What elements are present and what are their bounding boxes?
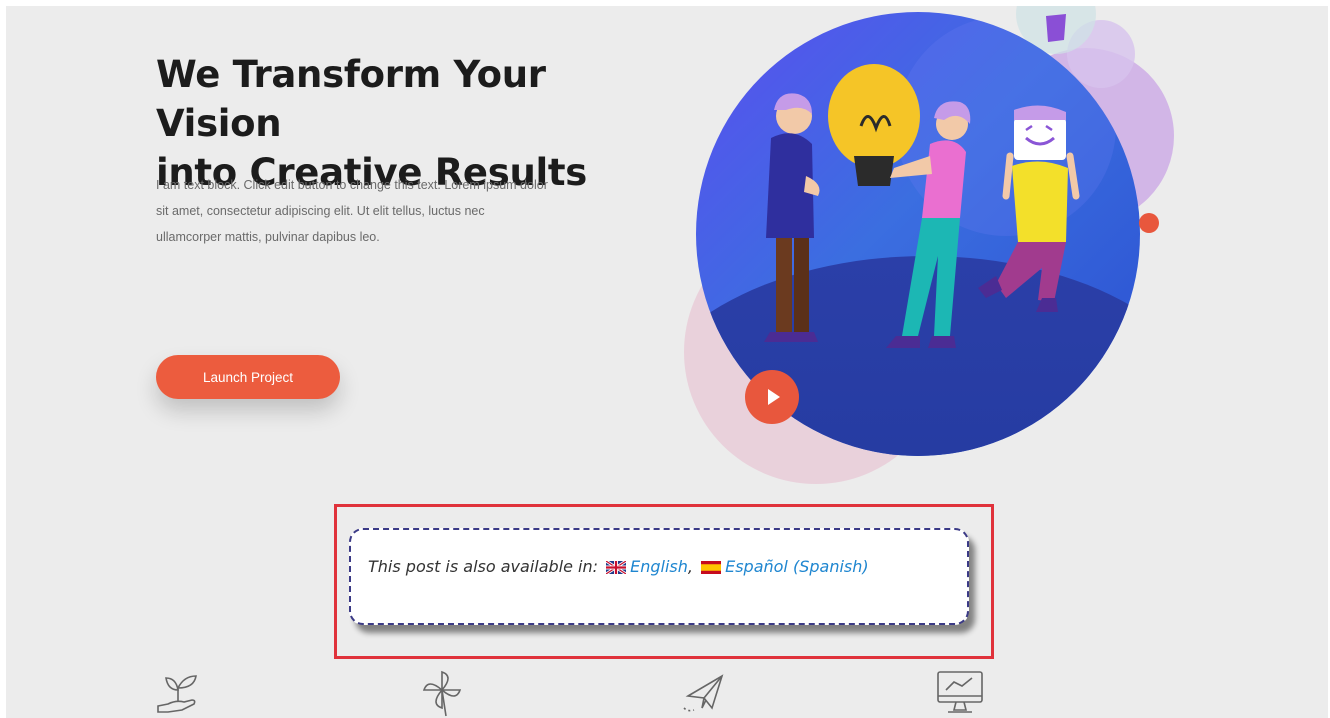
language-availability-notice: This post is also available in: English,… — [349, 528, 969, 625]
language-link-spanish[interactable]: Español (Spanish) — [725, 557, 869, 576]
hero-description-line-3: ullamcorper mattis, pulvinar dapibus leo… — [156, 230, 380, 244]
language-link-english[interactable]: English — [630, 557, 688, 576]
uk-flag-icon — [606, 561, 627, 574]
hero-illustration — [684, 6, 1174, 484]
launch-project-button[interactable]: Launch Project — [156, 355, 340, 399]
monitor-chart-icon — [937, 671, 983, 713]
page-frame: We Transform Your Vision into Creative R… — [6, 6, 1328, 718]
language-notice-prefix: This post is also available in: — [368, 557, 599, 576]
play-video-button[interactable] — [745, 370, 799, 424]
hero-title-line-1: We Transform Your Vision — [156, 53, 546, 145]
pinwheel-icon — [422, 670, 462, 717]
hero-description-line-1: I am text block. Click edit button to ch… — [156, 178, 548, 192]
hero-description-line-2: sit amet, consectetur adipiscing elit. U… — [156, 204, 485, 218]
language-separator: , — [687, 557, 693, 576]
paper-plane-icon — [683, 674, 724, 712]
plant-in-hand-icon — [157, 675, 197, 713]
hero-description: I am text block. Click edit button to ch… — [156, 172, 661, 250]
spain-flag-icon — [701, 561, 722, 574]
decorative-dot — [1139, 213, 1159, 233]
